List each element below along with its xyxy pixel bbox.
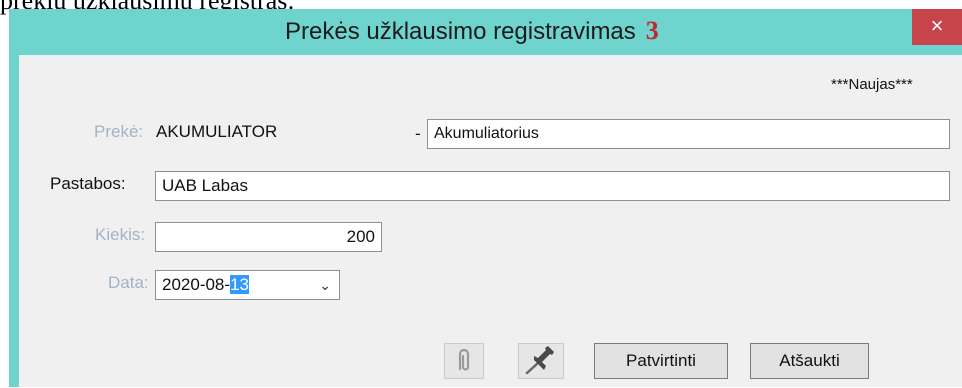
dialog-window: Prekės užklausimo registravimas 3 × ***Na… [9, 9, 962, 387]
date-value-prefix: 2020-08- [162, 275, 231, 294]
form-area: ***Naujas*** Prekė: AKUMULIATOR - Akumul… [19, 55, 962, 387]
kiekis-label: Kiekis: [95, 225, 146, 244]
title-bar[interactable]: Prekės užklausimo registravimas 3 × [9, 9, 962, 55]
status-label: ***Naujas*** [831, 76, 913, 93]
pastabos-field[interactable]: UAB Labas [155, 171, 950, 201]
preke-code: AKUMULIATOR [156, 122, 278, 141]
confirm-button[interactable]: Patvirtinti [594, 343, 728, 379]
close-icon: × [930, 13, 944, 38]
kiekis-field[interactable]: 200 [155, 222, 382, 252]
pin-button[interactable] [518, 343, 564, 379]
chevron-down-icon[interactable]: ⌄ [319, 271, 331, 299]
preke-label: Prekė: [94, 122, 144, 141]
preke-separator: - [415, 124, 421, 143]
close-button[interactable]: × [912, 9, 962, 45]
window-title-number: 3 [645, 16, 659, 45]
paperclip-icon [458, 348, 470, 371]
cancel-button[interactable]: Atšaukti [750, 343, 869, 379]
window-title-text: Prekės užklausimo registravimas [285, 18, 636, 45]
pin-icon [525, 346, 554, 375]
attach-button[interactable] [444, 343, 484, 379]
date-value-selected: 13 [230, 275, 249, 294]
preke-name-field[interactable]: Akumuliatorius [427, 119, 950, 149]
window-title: Prekės užklausimo registravimas 3 [285, 16, 659, 46]
date-picker[interactable]: 2020-08-13 ⌄ [155, 270, 340, 300]
pastabos-label: Pastabos: [50, 174, 126, 193]
data-label: Data: [108, 273, 149, 292]
